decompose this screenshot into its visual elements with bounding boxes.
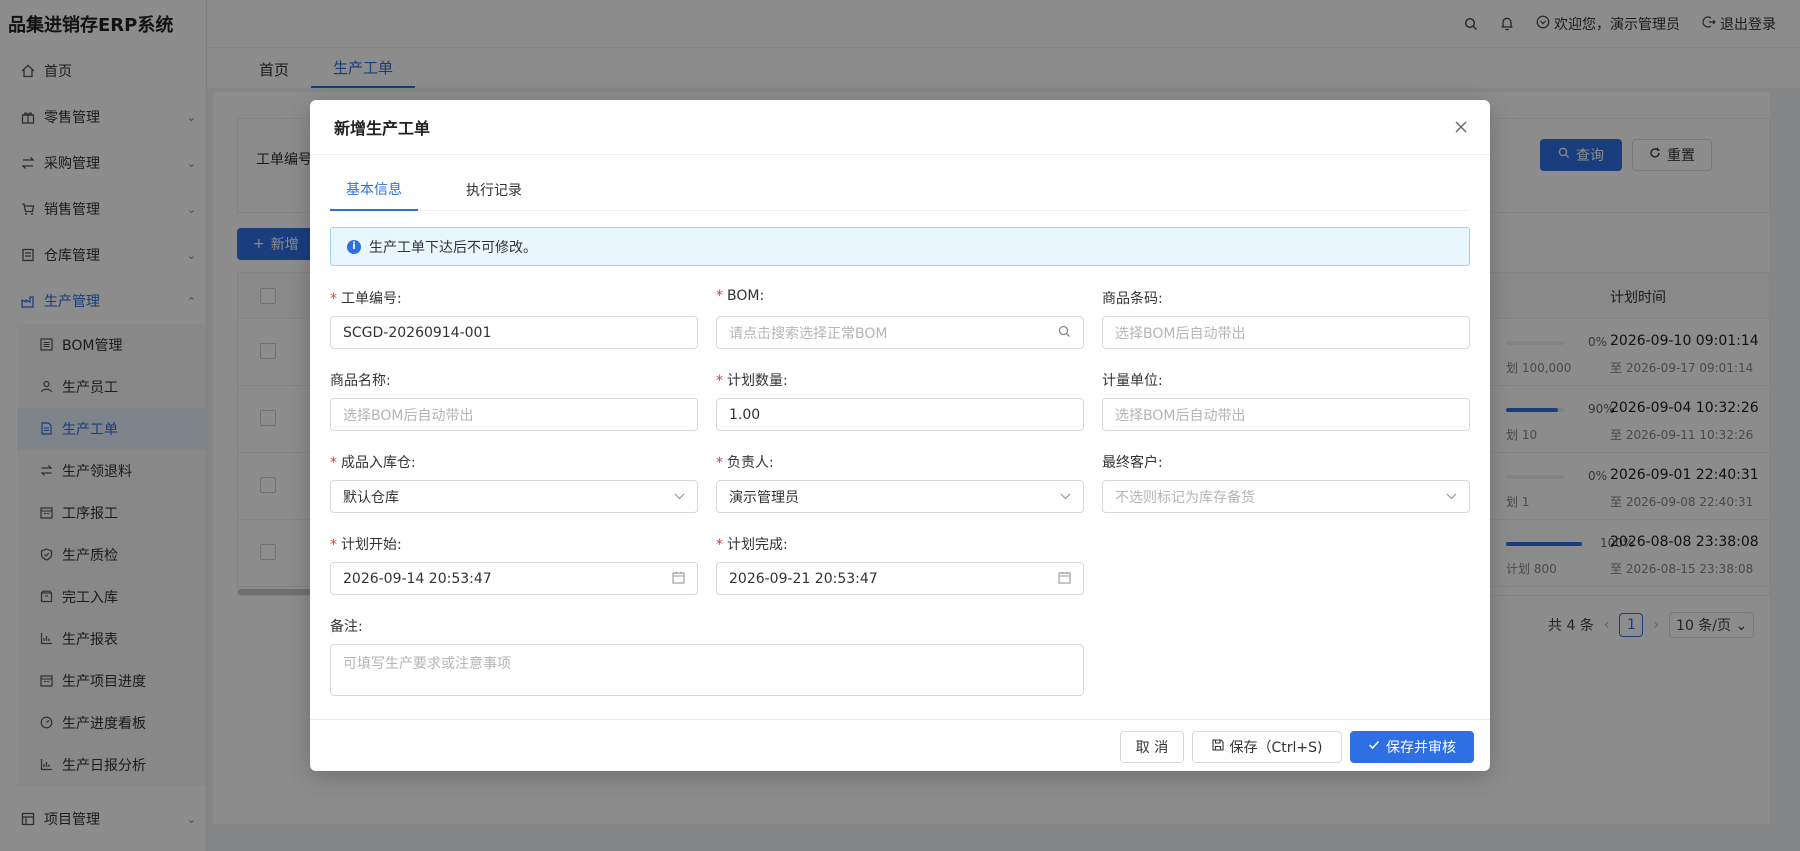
required-mark: * [330,291,337,307]
tab-execution-log[interactable]: 执行记录 [450,168,538,211]
owner-select[interactable]: 演示管理员 [716,480,1084,513]
dialog-title: 新增生产工单 [334,119,431,138]
field-label: 备注: [330,619,363,635]
field-label: * BOM: [716,288,1084,308]
info-alert: i 生产工单下达后不可修改。 [330,227,1470,266]
field-label: 商品条码: [1102,291,1163,307]
customer-placeholder: 不选则标记为库存备货 [1115,489,1255,506]
plan-start-picker[interactable]: 2026-09-14 20:53:47 [330,562,698,595]
remark-textarea[interactable]: 可填写生产要求或注意事项 [330,644,1084,696]
plan-end-picker[interactable]: 2026-09-21 20:53:47 [716,562,1084,595]
plan-end-field: * 计划完成: 2026-09-21 20:53:47 [716,534,1084,595]
save-button[interactable]: 保存（Ctrl+S) [1192,731,1342,763]
required-mark: * [330,455,337,471]
remark-field: 备注: 可填写生产要求或注意事项 [330,616,1084,696]
label-text: 负责人: [727,455,774,471]
field-label: 商品名称: [330,373,391,389]
calendar-icon [1058,571,1071,587]
product-name-field: 商品名称: 选择BOM后自动带出 [330,370,698,431]
field-label: * 负责人: [716,452,1084,472]
save-audit-button[interactable]: 保存并审核 [1350,731,1474,763]
label-text: 计划开始: [341,537,402,553]
save-icon [1211,739,1224,755]
chevron-down-icon [674,489,685,503]
owner-value: 演示管理员 [729,489,799,506]
barcode-field: 商品条码: 选择BOM后自动带出 [1102,288,1470,349]
required-mark: * [716,288,723,304]
field-label: 计量单位: [1102,373,1163,389]
plan-qty-input[interactable]: 1.00 [716,398,1084,431]
plan-qty-field: * 计划数量: 1.00 [716,370,1084,431]
label-text: 计划数量: [727,373,788,389]
save-label: 保存（Ctrl+S) [1229,740,1323,756]
barcode-input[interactable]: 选择BOM后自动带出 [1102,316,1470,349]
unit-input[interactable]: 选择BOM后自动带出 [1102,398,1470,431]
owner-field: * 负责人: 演示管理员 [716,452,1084,513]
new-work-order-dialog: 新增生产工单 基本信息 执行记录 i 生产工单下达后不可修改。 * 工单编号: S… [310,100,1490,771]
field-label: 最终客户: [1102,455,1163,471]
required-mark: * [716,373,723,389]
field-label: * 计划开始: [330,534,698,554]
label-text: 工单编号: [341,291,402,307]
check-icon [1368,739,1380,755]
label-text: 计划完成: [727,537,788,553]
unit-field: 计量单位: 选择BOM后自动带出 [1102,370,1470,431]
customer-field: 最终客户: 不选则标记为库存备货 [1102,452,1470,513]
dialog-tabs: 基本信息 执行记录 [330,168,1470,211]
label-text: BOM: [727,288,765,304]
close-icon[interactable] [1450,116,1472,138]
chevron-down-icon [1060,489,1071,503]
bom-field: * BOM: 请点击搜索选择正常BOM [716,288,1084,349]
field-label: * 成品入库仓: [330,452,698,472]
warehouse-select[interactable]: 默认仓库 [330,480,698,513]
chevron-down-icon [1446,489,1457,503]
plan-start-field: * 计划开始: 2026-09-14 20:53:47 [330,534,698,595]
alert-text: 生产工单下达后不可修改。 [369,239,537,256]
calendar-icon [672,571,685,587]
warehouse-value: 默认仓库 [343,489,399,506]
customer-select[interactable]: 不选则标记为库存备货 [1102,480,1470,513]
field-label: * 工单编号: [330,288,698,308]
order-no-input[interactable]: SCGD-20260914-001 [330,316,698,349]
plan-end-value: 2026-09-21 20:53:47 [729,570,878,587]
order-no-field: * 工单编号: SCGD-20260914-001 [330,288,698,349]
label-text: 成品入库仓: [341,455,416,471]
info-icon: i [347,239,361,254]
tab-basic-info[interactable]: 基本信息 [330,168,418,211]
warehouse-field: * 成品入库仓: 默认仓库 [330,452,698,513]
required-mark: * [716,537,723,553]
field-label: * 计划数量: [716,370,1084,390]
search-icon[interactable] [1058,325,1071,341]
required-mark: * [716,455,723,471]
dialog-header: 新增生产工单 [310,100,1490,155]
product-name-input[interactable]: 选择BOM后自动带出 [330,398,698,431]
bom-placeholder: 请点击搜索选择正常BOM [729,325,888,342]
plan-start-value: 2026-09-14 20:53:47 [343,570,492,587]
field-label: * 计划完成: [716,534,1084,554]
required-mark: * [330,537,337,553]
bom-search-input[interactable]: 请点击搜索选择正常BOM [716,316,1084,349]
save-audit-label: 保存并审核 [1386,740,1456,756]
cancel-button[interactable]: 取 消 [1120,731,1184,763]
dialog-footer: 取 消 保存（Ctrl+S) 保存并审核 [310,719,1490,771]
